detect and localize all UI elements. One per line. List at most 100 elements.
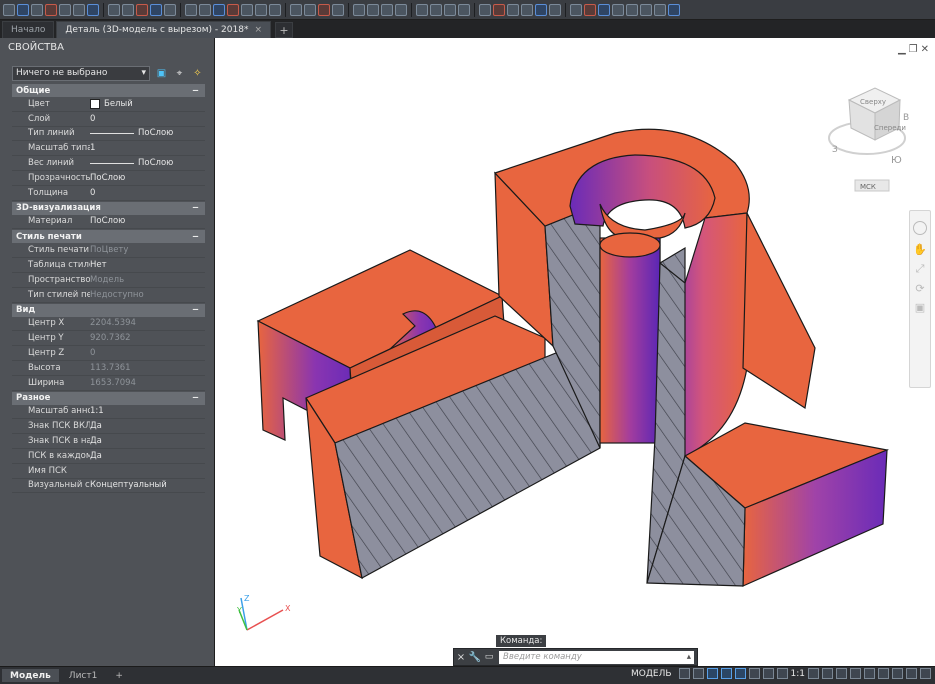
select-objects-icon[interactable]: ⌖ (173, 67, 186, 80)
sweep-icon[interactable] (612, 3, 624, 16)
property-value[interactable]: 0 (90, 348, 205, 358)
drawing-viewport[interactable]: ▁ ❐ ✕ Z Y X Сверху Спереди В З Ю МСК ✋ ⤢… (215, 38, 935, 666)
clipboard-icon[interactable] (458, 3, 470, 16)
property-row[interactable]: Толщина 0 (12, 186, 205, 201)
paste-icon[interactable] (444, 3, 456, 16)
arc-icon[interactable] (150, 3, 162, 16)
group-icon[interactable] (416, 3, 428, 16)
property-row[interactable]: Материал ПоСлою (12, 215, 205, 230)
ungroup-icon[interactable] (430, 3, 442, 16)
loft-icon[interactable] (626, 3, 638, 16)
otrack-icon[interactable] (748, 668, 760, 679)
layer-icon[interactable] (290, 3, 302, 16)
mirror-icon[interactable] (227, 3, 239, 16)
block-icon[interactable] (318, 3, 330, 16)
insert-icon[interactable] (332, 3, 344, 16)
zoom-icon[interactable]: ⤢ (910, 262, 930, 276)
render-icon[interactable] (507, 3, 519, 16)
scale-icon[interactable] (241, 3, 253, 16)
property-value[interactable]: 113.7361 (90, 363, 205, 373)
orbit-icon[interactable]: ⟳ (910, 282, 930, 295)
section-header-general[interactable]: Общие − (12, 84, 205, 97)
property-row[interactable]: Масштаб типа л...1 (12, 141, 205, 157)
polyline-icon[interactable] (122, 3, 134, 16)
property-row[interactable]: Слой 0 (12, 112, 205, 127)
property-value[interactable]: 0 (90, 114, 205, 124)
polar-icon[interactable] (720, 668, 732, 679)
measure-icon[interactable] (353, 3, 365, 16)
subtract-icon[interactable] (654, 3, 666, 16)
property-value[interactable]: Белый (90, 98, 205, 109)
plot-icon[interactable] (59, 3, 71, 16)
line-icon[interactable] (108, 3, 120, 16)
property-row[interactable]: Ширина 1653.7094 (12, 376, 205, 391)
annotation-monitor-icon[interactable] (822, 668, 833, 679)
property-row[interactable]: Стиль печати ПоЦвету (12, 243, 205, 259)
saveas-icon[interactable] (45, 3, 57, 16)
new-icon[interactable] (3, 3, 15, 16)
viewcube-west-label[interactable]: З (832, 145, 838, 155)
quick-select-icon[interactable]: ✧ (191, 67, 204, 80)
property-row[interactable]: Вес линий ПоСлою (12, 156, 205, 171)
chevron-up-icon[interactable]: ▴ (687, 652, 691, 662)
property-value[interactable]: 1 (90, 143, 205, 153)
copy-icon[interactable] (213, 3, 225, 16)
viewcube-top-label[interactable]: Сверху (860, 98, 886, 106)
property-value[interactable]: Модель (90, 275, 205, 285)
section-header-misc[interactable]: Разное − (12, 391, 205, 405)
property-row[interactable]: Тип линий ПоСлою (12, 127, 205, 142)
units-icon[interactable] (836, 668, 847, 679)
redo-icon[interactable] (87, 3, 99, 16)
intersect-icon[interactable] (668, 3, 680, 16)
section-header-view[interactable]: Вид − (12, 303, 205, 317)
property-row[interactable]: Центр Y 920.7362 (12, 331, 205, 347)
text-icon[interactable] (381, 3, 393, 16)
quick-properties-icon[interactable] (850, 668, 861, 679)
annotation-scale[interactable]: 1:1 (791, 669, 805, 679)
add-layout-button[interactable]: + (107, 669, 131, 682)
property-row[interactable]: Цвет Белый (12, 97, 205, 112)
light-icon[interactable] (535, 3, 547, 16)
wrench-icon[interactable]: 🔧 (468, 650, 482, 664)
close-icon[interactable]: × (454, 650, 468, 664)
property-value[interactable]: Концептуальный (90, 480, 205, 490)
osnap-icon[interactable] (734, 668, 746, 679)
property-row[interactable]: Высота 113.7361 (12, 361, 205, 376)
viewcube[interactable]: Сверху Спереди В З Ю МСК (828, 87, 909, 192)
dimension-icon[interactable] (395, 3, 407, 16)
union-icon[interactable] (640, 3, 652, 16)
clean-screen-icon[interactable] (892, 668, 903, 679)
ortho-icon[interactable] (706, 668, 718, 679)
property-value[interactable]: Нет (90, 260, 205, 270)
property-value[interactable]: 920.7362 (90, 333, 205, 343)
tab-model[interactable]: Модель (2, 669, 59, 682)
collapse-icon[interactable]: − (192, 86, 199, 96)
property-row[interactable]: Тип стилей печат...Недоступно (12, 288, 205, 303)
rectangle-icon[interactable] (164, 3, 176, 16)
tab-start[interactable]: Начало (2, 21, 55, 38)
isolate-icon[interactable] (864, 668, 875, 679)
property-row[interactable]: Прозрачность ПоСлою (12, 171, 205, 186)
close-icon[interactable]: × (254, 25, 262, 35)
property-row[interactable]: Центр Z 0 (12, 346, 205, 361)
collapse-icon[interactable]: − (192, 393, 199, 403)
extrude-icon[interactable] (584, 3, 596, 16)
model-space-toggle[interactable]: МОДЕЛЬ (631, 669, 672, 679)
property-value[interactable]: ПоЦвету (90, 245, 205, 255)
collapse-icon[interactable]: − (192, 232, 199, 242)
property-row[interactable]: ПСК в каждом В...Да (12, 449, 205, 464)
workspace-icon[interactable] (808, 668, 819, 679)
model-3d-view[interactable]: Z Y X Сверху Спереди В З Ю МСК (215, 38, 935, 666)
selection-dropdown[interactable]: Ничего не выбрано ▾ (12, 65, 150, 81)
property-value[interactable]: Да (90, 421, 205, 431)
pan-icon[interactable]: ✋ (910, 243, 930, 256)
material-icon[interactable] (549, 3, 561, 16)
steering-wheel-icon[interactable] (913, 221, 927, 235)
lineweight-icon[interactable] (762, 668, 774, 679)
move-icon[interactable] (185, 3, 197, 16)
property-value[interactable]: Да (90, 451, 205, 461)
selection-cycling-icon[interactable] (776, 668, 788, 679)
camera-icon[interactable] (521, 3, 533, 16)
property-value[interactable]: ПоСлою (90, 173, 205, 183)
viewcube-east-label[interactable]: В (903, 113, 909, 123)
